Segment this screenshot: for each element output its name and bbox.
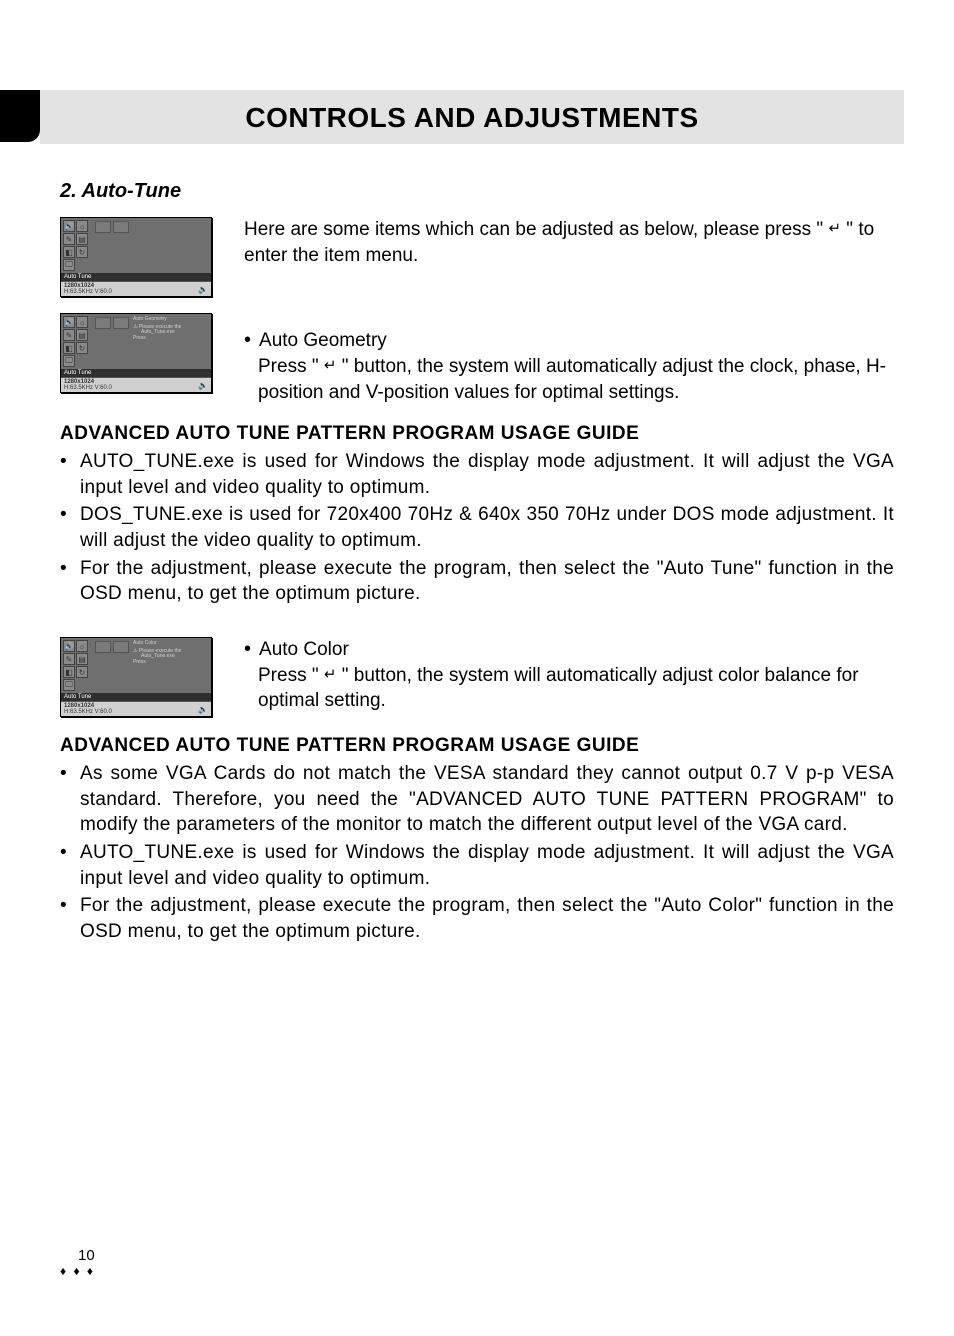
guide1-b1: AUTO_TUNE.exe is used for Windows the di…	[80, 449, 894, 500]
auto-color-title: Auto Color	[259, 637, 894, 663]
auto-color-block: • Auto Color Press " ↵ " button, the sys…	[244, 637, 894, 714]
guide2-bullets: •As some VGA Cards do not match the VESA…	[60, 761, 894, 944]
brightness-icon: ☼	[76, 640, 88, 652]
guide2-b2: AUTO_TUNE.exe is used for Windows the di…	[80, 840, 894, 891]
footer-diamonds: ♦ ♦ ♦	[60, 1264, 95, 1278]
side-tab	[0, 90, 40, 142]
color-icon: ◧	[63, 246, 75, 258]
document-icon: ▤	[76, 329, 88, 341]
osd-sub-title: Auto Geometry	[133, 317, 181, 323]
auto-geometry-line-a: Press "	[258, 356, 324, 377]
footer: 10 ♦ ♦ ♦	[60, 1247, 95, 1278]
text-column-2: • Auto Color Press " ↵ " button, the sys…	[244, 637, 894, 714]
runner-icon	[113, 317, 129, 329]
sound-icon: 🔊	[63, 316, 75, 328]
page-title: CONTROLS AND ADJUSTMENTS	[40, 102, 904, 134]
wand-icon: ✎	[63, 653, 75, 665]
osd-icon-grid: 🔊 ☼ ✎ ▤ ◧ ↻	[63, 220, 91, 271]
osd-icon-grid: 🔊 ☼ ✎ ▤ ◧ ↻	[63, 316, 91, 367]
osd-hint3: Press	[133, 660, 181, 666]
guide2-b1: As some VGA Cards do not match the VESA …	[80, 761, 894, 838]
guide1-b3: For the adjustment, please execute the p…	[80, 556, 894, 607]
section-heading: 2. Auto-Tune	[60, 180, 894, 203]
bullet-dot: •	[60, 840, 72, 891]
osd-freq: H:63.5KHz V:60.0	[64, 289, 112, 295]
bullet-dot: •	[244, 637, 251, 663]
monitor-icon	[63, 679, 75, 691]
bullet-dot: •	[244, 328, 251, 354]
sound-icon: 🔊	[63, 220, 75, 232]
mountain-icon	[95, 641, 111, 653]
osd-main-panel: Auto Geometry ⚠ Please execute the Auto_…	[93, 316, 209, 367]
speaker-icon: 🔈	[198, 381, 208, 390]
osd-status: 1280x1024H:63.5KHz V:60.0 🔈	[61, 377, 211, 392]
loop-icon: ↻	[76, 342, 88, 354]
monitor-icon	[63, 259, 75, 271]
title-bar: CONTROLS AND ADJUSTMENTS	[40, 90, 904, 144]
osd-label: Auto Tune	[61, 693, 211, 701]
intro-text-1: Here are some items which can be adjuste…	[244, 219, 828, 240]
guide2-b3: For the adjustment, please execute the p…	[80, 893, 894, 944]
osd-freq: H:63.5KHz V:60.0	[64, 385, 112, 391]
enter-icon: ↵	[324, 356, 337, 376]
document-icon: ▤	[76, 233, 88, 245]
osd-autotune-main: 🔊 ☼ ✎ ▤ ◧ ↻ Auto Tune 1280x1024	[60, 217, 212, 297]
guide1-bullets: •AUTO_TUNE.exe is used for Windows the d…	[60, 449, 894, 607]
auto-geometry-block: • Auto Geometry Press " ↵ " button, the …	[244, 328, 894, 405]
enter-icon: ↵	[828, 219, 841, 239]
guide1-b2: DOS_TUNE.exe is used for 720x400 70Hz & …	[80, 502, 894, 553]
bullet-dot: •	[60, 449, 72, 500]
color-icon: ◧	[63, 666, 75, 678]
mountain-icon	[95, 317, 111, 329]
osd-status: 1280x1024H:63.5KHz V:60.0 🔈	[61, 281, 211, 296]
osd-status: 1280x1024H:63.5KHz V:60.0 🔈	[61, 701, 211, 716]
auto-geometry-line-b: " button, the system will automatically …	[258, 356, 886, 403]
speaker-icon: 🔈	[198, 705, 208, 714]
mountain-icon	[95, 221, 111, 233]
bullet-dot: •	[60, 502, 72, 553]
osd-sub-title: Auto Color	[133, 641, 181, 647]
sound-icon: 🔊	[63, 640, 75, 652]
osd-label: Auto Tune	[61, 273, 211, 281]
osd-auto-color: 🔊 ☼ ✎ ▤ ◧ ↻ Auto Color ⚠ Please execu	[60, 637, 212, 717]
runner-icon	[113, 221, 129, 233]
auto-color-line-a: Press "	[258, 665, 324, 686]
enter-icon: ↵	[324, 665, 337, 685]
auto-color-line-b: " button, the system will automatically …	[258, 665, 859, 712]
bullet-dot: •	[60, 761, 72, 838]
osd-hint3: Press	[133, 336, 181, 342]
osd-icon-grid: 🔊 ☼ ✎ ▤ ◧ ↻	[63, 640, 91, 691]
row-autocolor: 🔊 ☼ ✎ ▤ ◧ ↻ Auto Color ⚠ Please execu	[60, 637, 894, 717]
text-column-1: Here are some items which can be adjuste…	[244, 217, 894, 405]
wand-icon: ✎	[63, 233, 75, 245]
bullet-dot: •	[60, 556, 72, 607]
row-autotune: 🔊 ☼ ✎ ▤ ◧ ↻ Auto Tune 1280x1024	[60, 217, 894, 405]
osd-main-panel: Auto Color ⚠ Please execute the Auto_Tun…	[93, 640, 209, 691]
osd-column-2: 🔊 ☼ ✎ ▤ ◧ ↻ Auto Color ⚠ Please execu	[60, 637, 220, 717]
brightness-icon: ☼	[76, 316, 88, 328]
runner-icon	[113, 641, 129, 653]
osd-label: Auto Tune	[61, 369, 211, 377]
page-content: CONTROLS AND ADJUSTMENTS 2. Auto-Tune 🔊 …	[0, 0, 954, 1007]
loop-icon: ↻	[76, 246, 88, 258]
wand-icon: ✎	[63, 329, 75, 341]
color-icon: ◧	[63, 342, 75, 354]
page-number: 10	[78, 1247, 95, 1264]
auto-geometry-title: Auto Geometry	[259, 328, 894, 354]
osd-column-1: 🔊 ☼ ✎ ▤ ◧ ↻ Auto Tune 1280x1024	[60, 217, 220, 393]
osd-freq: H:63.5KHz V:60.0	[64, 709, 112, 715]
osd-main-panel	[93, 220, 209, 271]
brightness-icon: ☼	[76, 220, 88, 232]
guide2-heading: ADVANCED AUTO TUNE PATTERN PROGRAM USAGE…	[60, 735, 894, 757]
monitor-icon	[63, 355, 75, 367]
guide1-heading: ADVANCED AUTO TUNE PATTERN PROGRAM USAGE…	[60, 423, 894, 445]
osd-auto-geometry: 🔊 ☼ ✎ ▤ ◧ ↻ Auto Geometry ⚠ Please ex	[60, 313, 212, 393]
loop-icon: ↻	[76, 666, 88, 678]
speaker-icon: 🔈	[198, 285, 208, 294]
document-icon: ▤	[76, 653, 88, 665]
bullet-dot: •	[60, 893, 72, 944]
